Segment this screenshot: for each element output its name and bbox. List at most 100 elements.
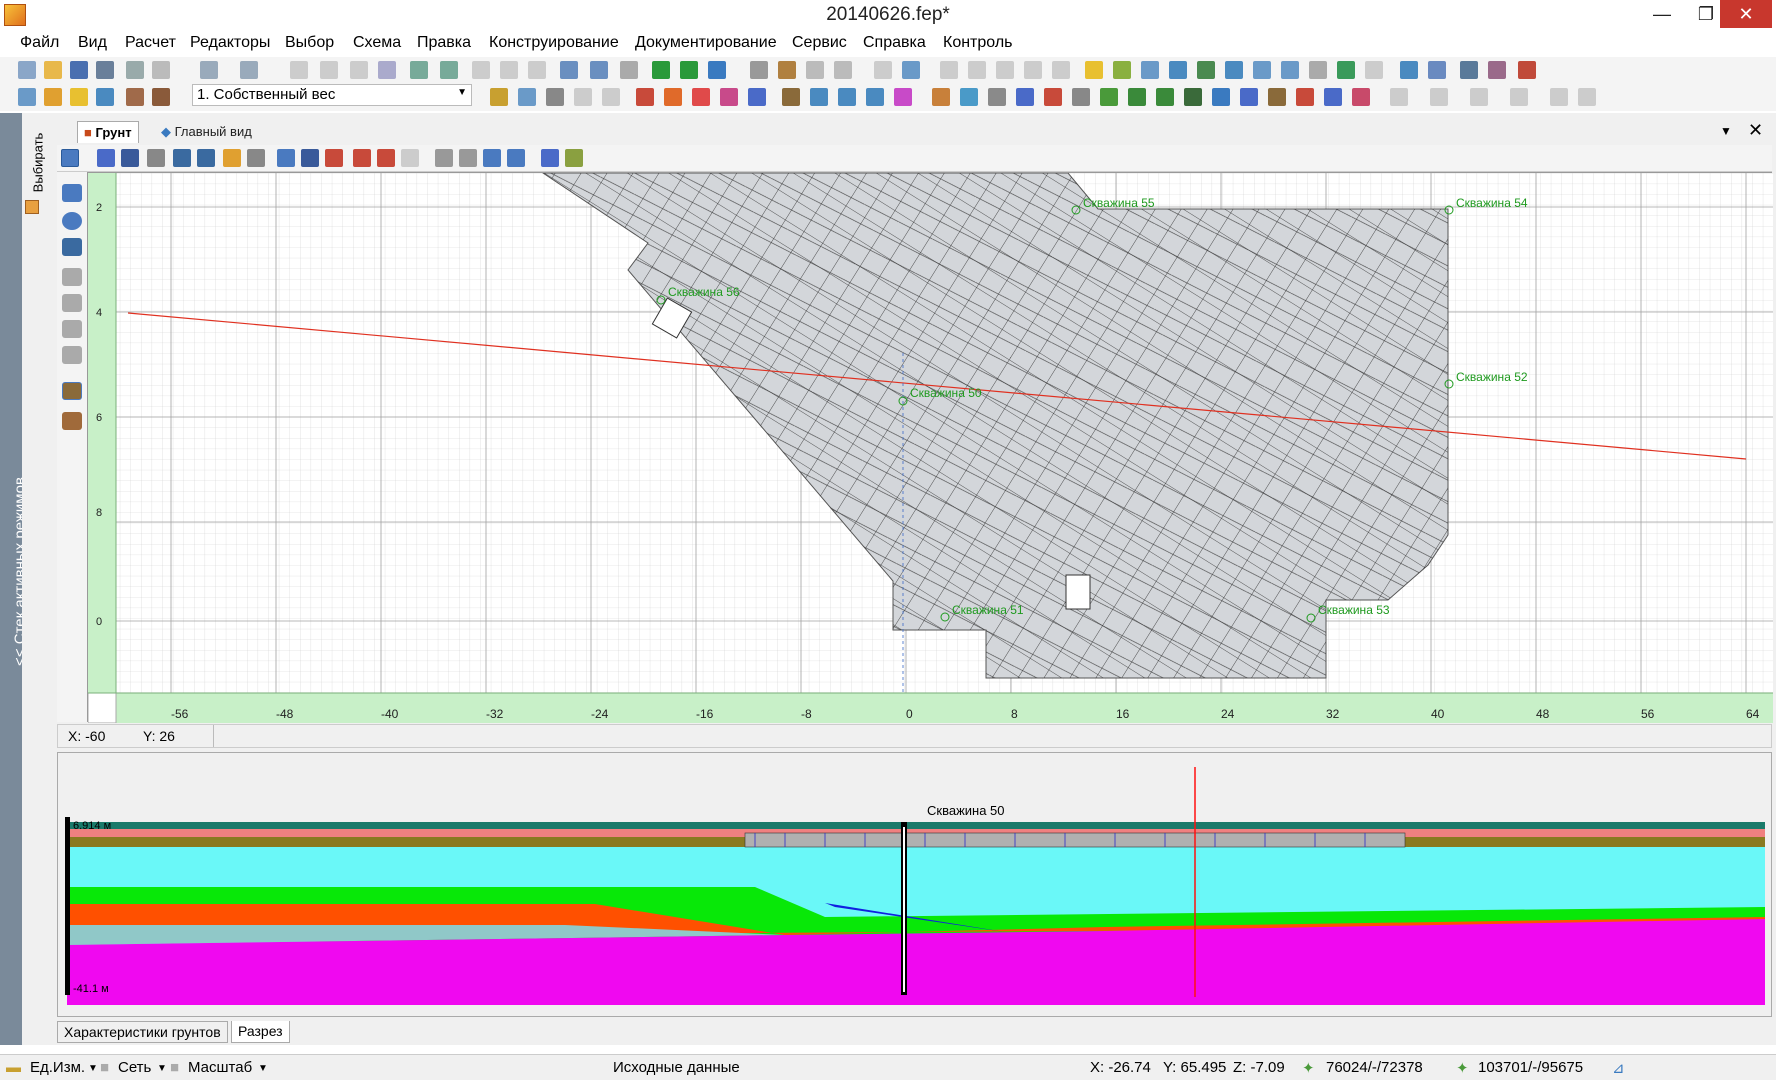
mirror-h-icon[interactable] bbox=[197, 149, 215, 167]
layer-top[interactable] bbox=[67, 822, 1765, 829]
graph-icon[interactable] bbox=[960, 88, 978, 106]
delete-icon[interactable] bbox=[1365, 61, 1383, 79]
move-icon[interactable] bbox=[996, 61, 1014, 79]
clip-icon[interactable] bbox=[377, 149, 395, 167]
menu-service[interactable]: Сервис bbox=[792, 34, 847, 52]
snap-pen-icon[interactable] bbox=[301, 149, 319, 167]
beam-icon[interactable] bbox=[490, 88, 508, 106]
rect-tool-icon[interactable] bbox=[62, 184, 82, 202]
copy-tool-icon[interactable] bbox=[121, 149, 139, 167]
ellipse-tool-icon[interactable] bbox=[62, 212, 82, 230]
section-canvas[interactable]: Скважина 50 6.914 м -41.1 м bbox=[65, 767, 1765, 1012]
plate-icon[interactable] bbox=[1169, 61, 1187, 79]
move-tool-icon[interactable] bbox=[97, 149, 115, 167]
grid-icon[interactable] bbox=[440, 61, 458, 79]
pencil-icon[interactable] bbox=[806, 61, 824, 79]
menu-editors[interactable]: Редакторы bbox=[190, 34, 270, 52]
zoom-window-icon[interactable] bbox=[378, 61, 396, 79]
menu-calc[interactable]: Расчет bbox=[125, 34, 176, 52]
zoom-out-icon[interactable] bbox=[320, 61, 338, 79]
support-icon[interactable] bbox=[574, 88, 592, 106]
copy-icon[interactable] bbox=[940, 61, 958, 79]
show-icon[interactable] bbox=[472, 61, 490, 79]
menu-construct[interactable]: Конструирование bbox=[489, 34, 619, 52]
zoom-out-tool-icon[interactable] bbox=[459, 149, 477, 167]
new-icon[interactable] bbox=[18, 61, 36, 79]
folder-icon[interactable] bbox=[44, 88, 62, 106]
polygon-tool-icon[interactable] bbox=[62, 238, 82, 256]
temp-icon[interactable] bbox=[748, 88, 766, 106]
export2-icon[interactable] bbox=[1324, 88, 1342, 106]
mesh-icon[interactable] bbox=[988, 88, 1006, 106]
settings-icon[interactable] bbox=[507, 149, 525, 167]
choose-label[interactable]: Выбирать bbox=[30, 133, 45, 193]
crosshair-icon[interactable] bbox=[325, 149, 343, 167]
rotate-icon[interactable] bbox=[1024, 61, 1042, 79]
grid-button[interactable]: Сеть bbox=[118, 1059, 151, 1076]
plan-canvas[interactable]: Скважина 55 Скважина 54 Скважина 52 Сква… bbox=[88, 173, 1773, 723]
intersect-icon[interactable] bbox=[62, 320, 82, 338]
mirror-icon[interactable] bbox=[1052, 61, 1070, 79]
layers-icon[interactable] bbox=[410, 61, 428, 79]
tab-section[interactable]: Разрез bbox=[231, 1021, 290, 1043]
plate-green-icon[interactable] bbox=[1184, 88, 1202, 106]
chart-bars-icon[interactable] bbox=[680, 61, 698, 79]
slab-icon[interactable] bbox=[1253, 61, 1271, 79]
pane-menu-icon[interactable]: ▼ bbox=[1720, 124, 1732, 138]
tab-soil-properties[interactable]: Характеристики грунтов bbox=[57, 1021, 228, 1043]
rotate-tool-icon[interactable] bbox=[147, 149, 165, 167]
ruler-tool-icon[interactable] bbox=[223, 149, 241, 167]
paint-icon[interactable] bbox=[565, 149, 583, 167]
cube-icon[interactable] bbox=[1156, 88, 1174, 106]
grid-toggle-icon[interactable] bbox=[277, 149, 295, 167]
menu-scheme[interactable]: Схема bbox=[353, 34, 401, 52]
ruler-icon[interactable] bbox=[1460, 61, 1478, 79]
script-icon[interactable] bbox=[96, 88, 114, 106]
force-icon[interactable] bbox=[636, 88, 654, 106]
layout-icon[interactable] bbox=[1510, 88, 1528, 106]
export-icon[interactable] bbox=[152, 61, 170, 79]
table-icon[interactable] bbox=[590, 61, 608, 79]
colors-icon[interactable] bbox=[894, 88, 912, 106]
hinge-icon[interactable] bbox=[602, 88, 620, 106]
pane-close-icon[interactable]: ✕ bbox=[1748, 120, 1763, 141]
star-icon[interactable] bbox=[1085, 61, 1103, 79]
select-icon[interactable] bbox=[61, 149, 79, 167]
open-icon[interactable] bbox=[44, 61, 62, 79]
print-icon[interactable] bbox=[126, 61, 144, 79]
link-icon[interactable] bbox=[968, 61, 986, 79]
person-icon[interactable] bbox=[932, 88, 950, 106]
ruler-corner[interactable] bbox=[88, 692, 117, 723]
eye-icon[interactable] bbox=[70, 88, 88, 106]
loads-icon[interactable] bbox=[560, 61, 578, 79]
active-modes-panel[interactable]: << Стек активных режимов bbox=[0, 113, 29, 1045]
status-flag-icon[interactable]: ⊿ bbox=[1612, 1059, 1625, 1077]
choose-mode-icon[interactable] bbox=[25, 200, 39, 214]
well-icon[interactable] bbox=[152, 88, 170, 106]
exclude-icon[interactable] bbox=[62, 346, 82, 364]
mesh2-icon[interactable] bbox=[1016, 88, 1034, 106]
tab-main-view[interactable]: ◆ Главный вид bbox=[155, 121, 258, 143]
foundation-slab[interactable] bbox=[744, 832, 1406, 848]
filter-icon[interactable] bbox=[874, 61, 892, 79]
mirror-v-icon[interactable] bbox=[173, 149, 191, 167]
chart-line-icon[interactable] bbox=[708, 61, 726, 79]
frame-icon[interactable] bbox=[1296, 88, 1314, 106]
menu-help[interactable]: Справка bbox=[863, 34, 926, 52]
load-case-select[interactable]: 1. Собственный вес ▼ bbox=[192, 84, 472, 106]
mode-icon[interactable] bbox=[18, 88, 36, 106]
lines-icon[interactable] bbox=[1430, 88, 1448, 106]
close-icon[interactable]: ✕ bbox=[1720, 0, 1772, 28]
zoom-icon[interactable] bbox=[290, 61, 308, 79]
tab-grunt[interactable]: ■ Грунт bbox=[77, 121, 139, 143]
tree-icon[interactable] bbox=[1337, 61, 1355, 79]
soil-layer-icon[interactable] bbox=[62, 412, 82, 430]
menu-document[interactable]: Документирование bbox=[635, 34, 777, 52]
minimize-icon[interactable]: — bbox=[1640, 0, 1684, 28]
snap-icon[interactable] bbox=[1072, 88, 1090, 106]
force2-icon[interactable] bbox=[664, 88, 682, 106]
pan-tool-icon[interactable] bbox=[483, 149, 501, 167]
section-view[interactable]: Скважина 50 6.914 м -41.1 м bbox=[57, 752, 1772, 1017]
menu-control[interactable]: Контроль bbox=[943, 34, 1013, 52]
stack-icon[interactable] bbox=[1212, 88, 1230, 106]
